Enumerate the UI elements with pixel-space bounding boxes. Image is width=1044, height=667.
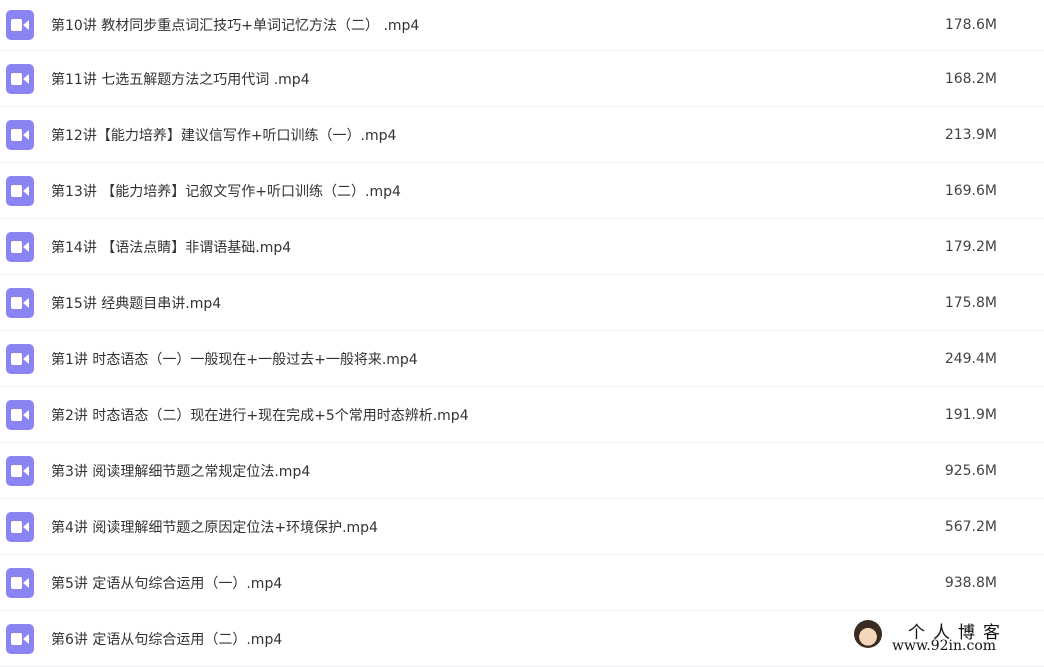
file-size: 213.9M <box>944 126 997 143</box>
file-name[interactable]: 第14讲 【语法点睛】非谓语基础.mp4 <box>51 237 291 257</box>
blog-watermark: 个人博客 www.92in.com <box>852 614 1044 657</box>
file-size: 169.6M <box>944 182 997 199</box>
file-row[interactable]: 第2讲 时态语态（二）现在进行+现在完成+5个常用时态辨析.mp4 191.9M <box>0 387 1044 443</box>
file-row[interactable]: 第15讲 经典题目串讲.mp4 175.8M <box>0 275 1044 331</box>
avatar-icon <box>854 620 882 648</box>
video-file-icon <box>6 119 34 150</box>
video-file-icon <box>6 567 34 598</box>
file-row[interactable]: 第5讲 定语从句综合运用（一）.mp4 938.8M <box>0 555 1044 611</box>
file-name[interactable]: 第6讲 定语从句综合运用（二）.mp4 <box>51 629 282 649</box>
video-file-icon <box>6 231 34 262</box>
file-size: 567.2M <box>944 518 997 535</box>
file-row[interactable]: 第13讲 【能力培养】记叙文写作+听口训练（二）.mp4 169.6M <box>0 163 1044 219</box>
file-size: 249.4M <box>944 350 997 367</box>
video-file-icon <box>6 399 34 430</box>
video-file-icon <box>6 10 34 40</box>
file-size: 925.6M <box>944 462 997 479</box>
file-name[interactable]: 第11讲 七选五解题方法之巧用代词 .mp4 <box>51 69 310 89</box>
file-name[interactable]: 第3讲 阅读理解细节题之常规定位法.mp4 <box>51 461 310 481</box>
file-name[interactable]: 第2讲 时态语态（二）现在进行+现在完成+5个常用时态辨析.mp4 <box>51 405 469 425</box>
file-row[interactable]: 第14讲 【语法点睛】非谓语基础.mp4 179.2M <box>0 219 1044 275</box>
file-name[interactable]: 第10讲 教材同步重点词汇技巧+单词记忆方法（二） .mp4 <box>51 15 419 35</box>
video-file-icon <box>6 63 34 94</box>
file-row[interactable]: 第12讲【能力培养】建议信写作+听口训练（一）.mp4 213.9M <box>0 107 1044 163</box>
file-name[interactable]: 第4讲 阅读理解细节题之原因定位法+环境保护.mp4 <box>51 517 378 537</box>
file-list: 第10讲 教材同步重点词汇技巧+单词记忆方法（二） .mp4 178.6M 第1… <box>0 0 1044 667</box>
file-name[interactable]: 第1讲 时态语态（一）一般现在+一般过去+一般将来.mp4 <box>51 349 418 369</box>
file-row[interactable]: 第10讲 教材同步重点词汇技巧+单词记忆方法（二） .mp4 178.6M <box>0 0 1044 51</box>
file-size: 175.8M <box>944 294 997 311</box>
file-size: 938.8M <box>944 574 997 591</box>
video-file-icon <box>6 175 34 206</box>
file-row[interactable]: 第3讲 阅读理解细节题之常规定位法.mp4 925.6M <box>0 443 1044 499</box>
file-size: 168.2M <box>944 70 997 87</box>
file-name[interactable]: 第5讲 定语从句综合运用（一）.mp4 <box>51 573 282 593</box>
watermark-url: www.92in.com <box>892 638 997 654</box>
video-file-icon <box>6 343 34 374</box>
video-file-icon <box>6 511 34 542</box>
file-name[interactable]: 第13讲 【能力培养】记叙文写作+听口训练（二）.mp4 <box>51 181 401 201</box>
file-name[interactable]: 第15讲 经典题目串讲.mp4 <box>51 293 221 313</box>
video-file-icon <box>6 455 34 486</box>
file-size: 178.6M <box>944 17 997 33</box>
file-size: 179.2M <box>944 238 997 255</box>
file-row[interactable]: 第11讲 七选五解题方法之巧用代词 .mp4 168.2M <box>0 51 1044 107</box>
file-row[interactable]: 第4讲 阅读理解细节题之原因定位法+环境保护.mp4 567.2M <box>0 499 1044 555</box>
file-row[interactable]: 第1讲 时态语态（一）一般现在+一般过去+一般将来.mp4 249.4M <box>0 331 1044 387</box>
file-size: 191.9M <box>944 406 997 423</box>
video-file-icon <box>6 287 34 318</box>
video-file-icon <box>6 623 34 654</box>
file-name[interactable]: 第12讲【能力培养】建议信写作+听口训练（一）.mp4 <box>51 125 396 145</box>
